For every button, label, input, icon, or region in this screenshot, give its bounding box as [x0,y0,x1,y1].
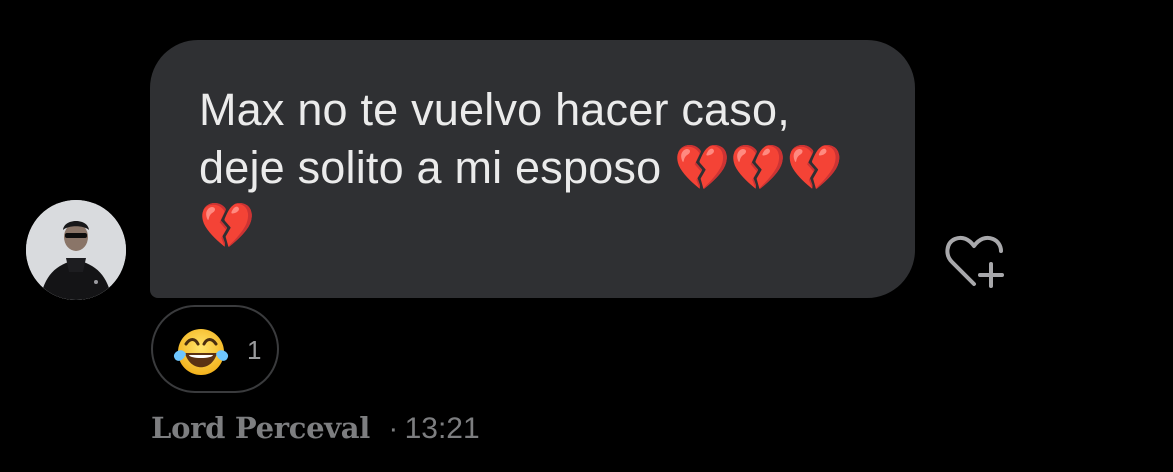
sender-avatar[interactable] [26,200,126,300]
message-meta: Lord Perceval · 13:21 [151,408,480,448]
reaction-pill[interactable]: 1 [151,305,279,393]
reaction-count: 1 [247,335,262,365]
face-with-tears-of-joy-icon [173,329,229,375]
message-text: Max no te vuelvo hacer caso, deje solito… [199,84,843,251]
meta-separator: · [388,413,399,445]
sender-name[interactable]: Lord Perceval [151,411,370,445]
heart-plus-icon [945,235,1004,288]
avatar-image [26,200,126,300]
message-timestamp: 13:21 [404,412,480,445]
add-reaction-button[interactable] [944,234,1008,292]
message-bubble[interactable]: Max no te vuelvo hacer caso, deje solito… [150,40,915,298]
